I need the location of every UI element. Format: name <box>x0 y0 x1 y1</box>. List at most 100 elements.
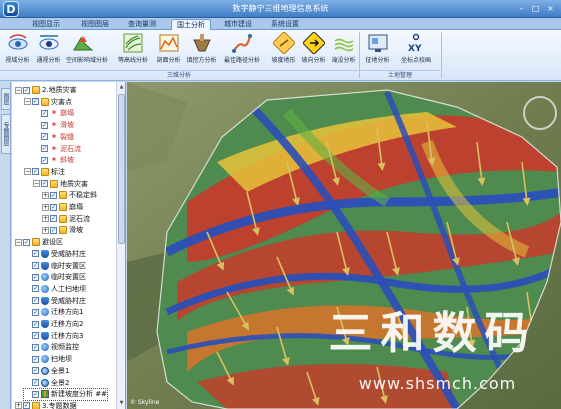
layer-checkbox[interactable]: ✓ <box>50 191 57 199</box>
tree-node[interactable]: ✓ 迁移方向3 <box>24 331 83 342</box>
aspect-analysis-button[interactable]: 坡向分析 <box>300 32 327 70</box>
layer-checkbox[interactable]: ✓ <box>50 203 57 211</box>
tree-node[interactable]: ✓ 受威胁村庄 <box>24 249 86 260</box>
tree-node[interactable]: − ✓ 标注 <box>24 167 65 178</box>
expand-icon[interactable]: + <box>15 402 22 409</box>
layer-tree-scrollbar[interactable]: ▲ ▼ <box>116 82 125 409</box>
layer-checkbox[interactable]: ✓ <box>41 145 48 152</box>
tree-node[interactable]: ✓ ✶ 滑坡 <box>33 120 74 131</box>
layer-checkbox[interactable]: ✓ <box>32 355 39 363</box>
tree-node[interactable]: ✓ 全景2 <box>24 378 69 389</box>
aspect-label: 坡向分析 <box>301 57 326 64</box>
land-acquisition-button[interactable]: 征地分析 <box>364 32 391 70</box>
terrain-map-canvas[interactable] <box>127 82 561 409</box>
expand-icon[interactable]: + <box>42 203 49 211</box>
layer-checkbox[interactable]: ✓ <box>50 226 57 234</box>
slope-terrain-button[interactable]: 坡度地形 <box>270 32 297 70</box>
tree-node[interactable]: ✓ 视频监控 <box>24 342 79 353</box>
expand-icon[interactable]: + <box>42 191 49 199</box>
scroll-up-arrow-icon[interactable]: ▲ <box>118 83 125 91</box>
tree-node[interactable]: ✓ 全景1 <box>24 366 69 377</box>
tree-node[interactable]: ✓ 人工扫地坝 <box>24 284 86 295</box>
layer-checkbox[interactable]: ✓ <box>32 250 39 258</box>
layer-checkbox[interactable]: ✓ <box>41 180 48 188</box>
layer-checkbox[interactable]: ✓ <box>32 332 39 340</box>
layer-checkbox[interactable]: ✓ <box>32 320 39 328</box>
line-of-sight-button[interactable]: 通视分析 <box>35 32 62 70</box>
layer-checkbox[interactable]: ✓ <box>32 273 39 281</box>
tree-node[interactable]: + ✓ 泥石流 <box>42 214 90 225</box>
viewshed-analysis-button[interactable]: 视域分析 <box>4 32 31 70</box>
tree-node[interactable]: − ✓ 地质灾害 <box>33 179 88 190</box>
tree-node[interactable]: + ✓ 3.专题数据 <box>15 401 77 409</box>
layer-checkbox[interactable]: ✓ <box>32 379 39 386</box>
tab-view-display[interactable]: 视图显示 <box>28 19 64 30</box>
best-path-button[interactable]: 最佳路径分析 <box>222 32 262 70</box>
tab-view-layers[interactable]: 视图图层 <box>77 19 113 30</box>
tree-node[interactable]: − ✓ 灾害点 <box>24 97 72 108</box>
collapse-icon[interactable]: − <box>33 180 40 188</box>
layer-checkbox[interactable]: ✓ <box>32 390 39 398</box>
contour-analysis-button[interactable]: 等高线分析 <box>118 32 148 70</box>
close-button[interactable]: × <box>545 3 556 14</box>
tab-urban-construction[interactable]: 城市建设 <box>220 19 256 30</box>
influence-area-button[interactable]: 空间影响域分析 <box>66 32 108 70</box>
tree-node[interactable]: ✓ 扫地坝 <box>24 354 72 365</box>
layer-checkbox[interactable]: ✓ <box>32 285 39 293</box>
scroll-down-arrow-icon[interactable]: ▼ <box>118 399 125 407</box>
tree-node[interactable]: ✓ 新建坡度分析 ## <box>23 388 108 402</box>
tab-query-measure[interactable]: 查询量测 <box>124 19 160 30</box>
tab-land-analysis[interactable]: 国土分析 <box>171 19 211 30</box>
tree-node[interactable]: ✓ ✶ 崩塌 <box>33 108 74 119</box>
folder-icon <box>50 179 58 188</box>
scroll-thumb[interactable] <box>118 94 125 244</box>
shield-icon <box>41 296 49 305</box>
side-tab-thematic-layers[interactable]: 专题图层 <box>1 114 11 154</box>
collapse-icon[interactable]: − <box>24 168 31 176</box>
tree-node[interactable]: − ✓ 2.地质灾害 <box>15 85 77 96</box>
tree-node[interactable]: − ✓ 避设区 <box>15 237 63 248</box>
tree-node[interactable]: ✓ ✶ 裂缝 <box>33 132 74 143</box>
collapse-icon[interactable]: − <box>15 238 22 246</box>
tab-system-settings[interactable]: 系统设置 <box>267 19 303 30</box>
minimize-button[interactable]: – <box>516 3 527 14</box>
cut-fill-button[interactable]: 填挖方分析 <box>186 32 217 70</box>
layer-checkbox[interactable]: ✓ <box>23 238 30 246</box>
coordinate-draw-button[interactable]: XY 坐标点校画 <box>398 32 434 70</box>
compass-icon[interactable] <box>523 96 557 130</box>
profile-analysis-button[interactable]: 剖面分析 <box>155 32 182 70</box>
layer-checkbox[interactable]: ✓ <box>41 109 48 117</box>
layer-checkbox[interactable]: ✓ <box>32 262 39 269</box>
expand-icon[interactable]: + <box>42 215 49 223</box>
layer-checkbox[interactable]: ✓ <box>32 367 39 375</box>
tree-node[interactable]: ✓ 受威胁村庄 <box>24 296 86 307</box>
folder-icon <box>59 226 67 235</box>
tree-node[interactable]: ✓ 迁移方向2 <box>24 319 83 330</box>
tree-node[interactable]: ✓ 临时安置区 <box>24 272 86 283</box>
layer-checkbox[interactable]: ✓ <box>32 168 39 176</box>
maximize-button[interactable]: □ <box>530 3 541 14</box>
tree-node[interactable]: ✓ ✶ 斜坡 <box>33 155 74 166</box>
flood-analysis-button[interactable]: 淹没分析 <box>330 32 357 70</box>
layer-checkbox[interactable]: ✓ <box>23 402 30 409</box>
layer-checkbox[interactable]: ✓ <box>32 343 39 351</box>
layer-checkbox[interactable]: ✓ <box>32 308 39 316</box>
layer-checkbox[interactable]: ✓ <box>50 215 57 223</box>
layer-checkbox[interactable]: ✓ <box>32 297 39 305</box>
layer-checkbox[interactable]: ✓ <box>32 98 39 106</box>
collapse-icon[interactable]: − <box>15 86 22 94</box>
layer-checkbox[interactable]: ✓ <box>41 133 48 141</box>
expand-icon[interactable]: + <box>42 226 49 234</box>
tree-node[interactable]: ✓ 迁移方向1 <box>24 307 83 318</box>
tree-node[interactable]: + ✓ 崩塌 <box>42 202 83 213</box>
layer-checkbox[interactable]: ✓ <box>41 121 48 129</box>
layer-checkbox[interactable]: ✓ <box>41 156 48 164</box>
3d-map-view[interactable] <box>127 82 561 409</box>
tree-node[interactable]: + ✓ 不稳定斜 <box>42 190 97 201</box>
collapse-icon[interactable]: − <box>24 98 31 106</box>
layer-checkbox[interactable]: ✓ <box>23 86 30 94</box>
side-tab-layers[interactable]: 图层 <box>1 88 11 110</box>
tree-node[interactable]: ✓ ✶ 泥石流 <box>33 144 81 155</box>
tree-node[interactable]: ✓ 临时安置区 <box>24 261 86 272</box>
tree-node[interactable]: + ✓ 滑坡 <box>42 225 83 236</box>
